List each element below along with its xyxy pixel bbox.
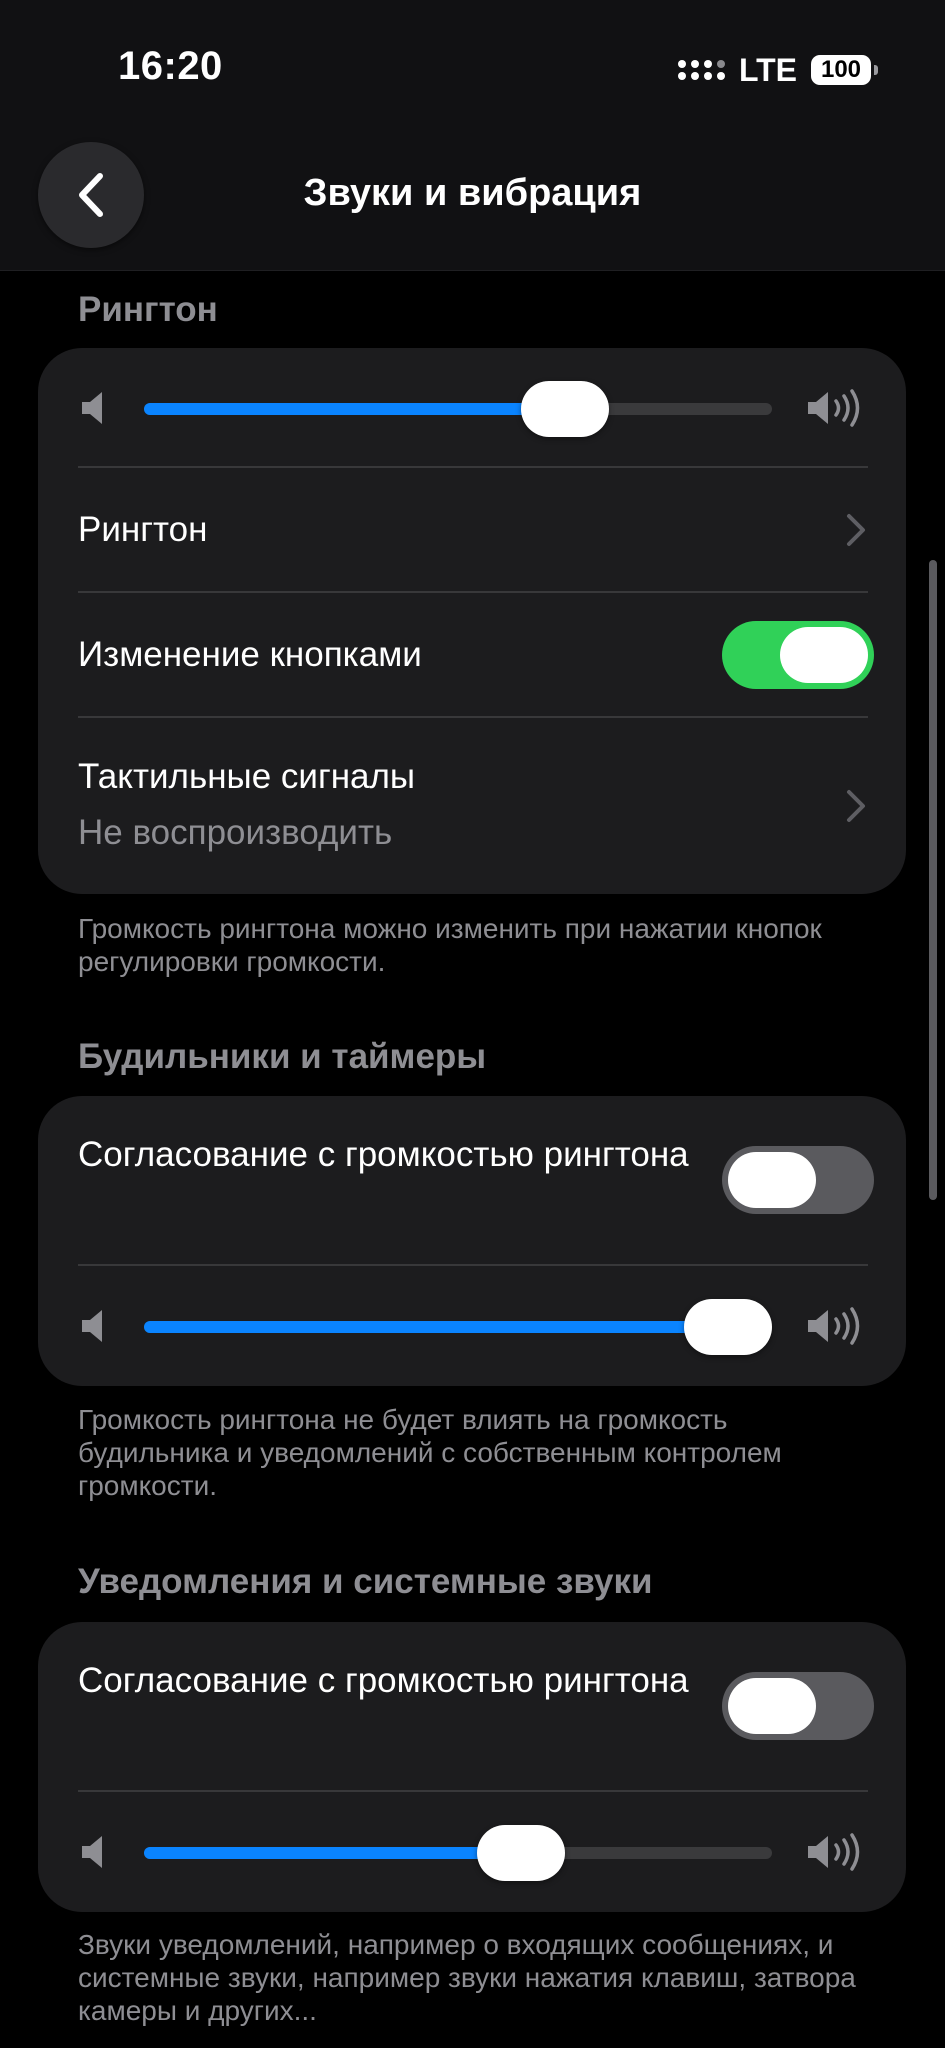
speaker-low-icon [82,392,102,424]
notifications-match-toggle[interactable] [722,1672,874,1740]
alarms-footer: Громкость рингтона не будет влиять на гр… [78,1404,782,1501]
haptics-value: Не воспроизводить [78,813,393,852]
notifications-volume-slider[interactable] [38,1792,906,1912]
ringtone-row[interactable]: Рингтон [38,468,906,592]
status-time: 16:20 [118,44,223,88]
network-type: LTE [738,51,797,88]
scrollbar[interactable] [929,560,937,1200]
battery-icon: 100 [811,55,878,85]
slider-fill [144,1847,521,1859]
change-with-buttons-toggle[interactable] [722,621,874,689]
notifications-match-row: Согласование с громкостью рингтона [38,1622,906,1790]
status-bar: 16:20 LTE 100 [0,0,945,130]
section-header-alarms: Будильники и таймеры [78,1037,487,1076]
alarms-card: Согласование с громкостью рингтона [38,1096,906,1386]
change-with-buttons-row: Изменение кнопками [38,593,906,717]
ringtone-row-label: Рингтон [78,510,208,549]
slider-thumb[interactable] [684,1299,772,1355]
alarms-match-row: Согласование с громкостью рингтона [38,1096,906,1264]
alarms-match-label: Согласование с громкостью рингтона [78,1135,689,1174]
slider-thumb[interactable] [520,381,609,437]
chevron-right-icon [847,514,865,546]
slider-track [144,1847,772,1859]
speaker-high-icon [808,389,860,427]
slider-track [144,1321,772,1333]
page-title: Звуки и вибрация [303,172,642,214]
chevron-right-icon [847,790,865,822]
speaker-low-icon [82,1310,102,1342]
speaker-high-icon [808,1833,860,1871]
slider-fill [144,1321,735,1333]
navigation-bar: Звуки и вибрация [0,130,945,271]
ringtone-volume-slider[interactable] [38,348,906,468]
alarms-volume-slider[interactable] [38,1266,906,1386]
toggle-knob [728,1678,816,1734]
speaker-low-icon [82,1836,102,1868]
slider-thumb[interactable] [476,1825,565,1881]
toggle-knob [780,627,868,683]
section-header-notifications: Уведомления и системные звуки [78,1562,653,1601]
speaker-high-icon [808,1307,860,1345]
slider-fill [144,403,565,415]
haptics-label: Тактильные сигналы [78,757,416,796]
notifications-match-label: Согласование с громкостью рингтона [78,1661,689,1700]
status-indicators: LTE 100 [677,51,878,88]
change-with-buttons-label: Изменение кнопками [78,635,422,674]
toggle-knob [728,1152,816,1208]
notifications-card: Согласование с громкостью рингтона [38,1622,906,1912]
ringtone-footer: Громкость рингтона можно изменить при на… [78,913,822,977]
ringtone-card: Рингтон Изменение кнопками Тактильные си… [38,348,906,894]
slider-track [144,403,772,415]
notifications-footer: Звуки уведомлений, например о входящих с… [78,1929,856,2026]
cellular-signal-icon [677,60,725,80]
section-header-ringtone: Рингтон [78,290,218,329]
haptics-row[interactable]: Тактильные сигналы Не воспроизводить [38,718,906,894]
alarms-match-toggle[interactable] [722,1146,874,1214]
